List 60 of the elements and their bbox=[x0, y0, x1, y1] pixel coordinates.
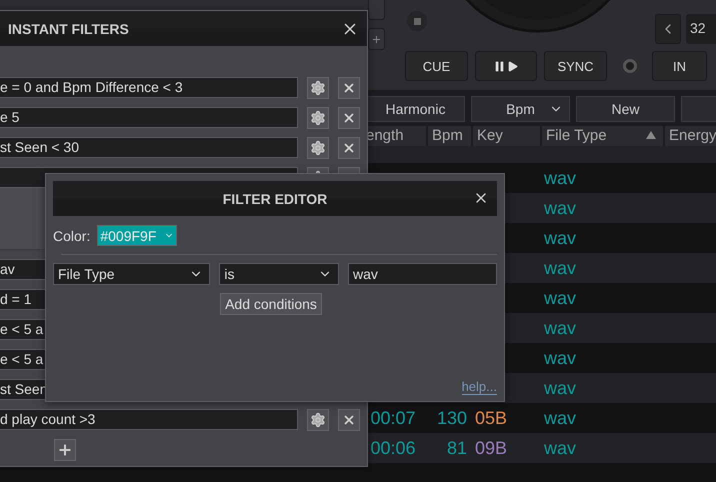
table-cell: 81 bbox=[446, 438, 467, 458]
deck-button[interactable]: CUE bbox=[405, 51, 468, 81]
filter-tab-button[interactable]: Bpm bbox=[471, 96, 570, 122]
table-cell: wav bbox=[544, 168, 576, 188]
close-button[interactable] bbox=[338, 77, 360, 99]
table-cell: wav bbox=[544, 348, 576, 368]
add-button[interactable] bbox=[368, 28, 385, 50]
close-icon bbox=[342, 141, 356, 155]
table-cell: 130 bbox=[436, 408, 467, 428]
filter-field[interactable]: d play count >3 bbox=[0, 409, 298, 430]
filter-field[interactable]: e 5 bbox=[0, 107, 298, 128]
play-icon bbox=[506, 60, 519, 72]
close-icon bbox=[342, 81, 356, 95]
stop-button[interactable] bbox=[407, 11, 427, 31]
value-input[interactable]: wav bbox=[348, 263, 497, 285]
settings-icon bbox=[310, 412, 326, 428]
close-icon bbox=[342, 413, 356, 427]
close-button[interactable] bbox=[338, 107, 360, 129]
close-icon bbox=[342, 111, 356, 125]
add-filter-button[interactable] bbox=[54, 439, 76, 461]
deck-button[interactable]: SYNC bbox=[544, 51, 607, 81]
settings-button[interactable] bbox=[307, 107, 330, 129]
table-cell: wav bbox=[544, 378, 576, 398]
table-cell: wav bbox=[544, 408, 576, 428]
settings-icon bbox=[310, 80, 326, 96]
table-cell: wav bbox=[544, 228, 576, 248]
close-button[interactable] bbox=[338, 409, 360, 431]
close-button[interactable] bbox=[338, 137, 360, 159]
add-conditions-button[interactable]: Add conditions bbox=[220, 293, 322, 315]
settings-icon bbox=[310, 140, 326, 156]
plus-icon bbox=[57, 442, 73, 458]
plus-icon bbox=[371, 34, 382, 44]
previous-button[interactable] bbox=[655, 14, 681, 44]
loop-length-field[interactable]: 32 bbox=[686, 14, 716, 44]
operator-dropdown[interactable]: is bbox=[219, 263, 339, 285]
table-cell: 00:06 bbox=[370, 438, 416, 458]
table-cell: 00:07 bbox=[370, 408, 416, 428]
settings-icon bbox=[310, 110, 326, 126]
key-cell: 09B bbox=[475, 438, 508, 458]
key-cell: 05B bbox=[475, 408, 508, 428]
table-cell: wav bbox=[544, 288, 576, 308]
window-title: FILTER EDITOR bbox=[222, 190, 328, 206]
settings-button[interactable] bbox=[307, 77, 330, 99]
table-cell: wav bbox=[544, 318, 576, 338]
filter-tab-button[interactable]: New bbox=[576, 96, 675, 122]
settings-button[interactable] bbox=[307, 137, 330, 159]
window-title: INSTANT FILTERS bbox=[8, 20, 129, 36]
field-dropdown[interactable]: File Type bbox=[53, 263, 210, 285]
color-label: Color: bbox=[53, 228, 90, 244]
pause-icon bbox=[493, 60, 506, 72]
table-cell: wav bbox=[544, 198, 576, 218]
settings-button[interactable] bbox=[307, 409, 330, 431]
sort-arrow-icon bbox=[646, 131, 656, 139]
table-cell: wav bbox=[544, 438, 576, 458]
filter-field[interactable]: e = 0 and Bpm Difference < 3 bbox=[0, 77, 298, 98]
table-cell: wav bbox=[544, 258, 576, 278]
in-button[interactable]: IN bbox=[652, 51, 707, 81]
filter-tab-button[interactable]: Harmonic bbox=[366, 96, 465, 122]
filter-field[interactable]: st Seen < 30 bbox=[0, 137, 298, 158]
play-pause-button[interactable] bbox=[475, 51, 537, 81]
